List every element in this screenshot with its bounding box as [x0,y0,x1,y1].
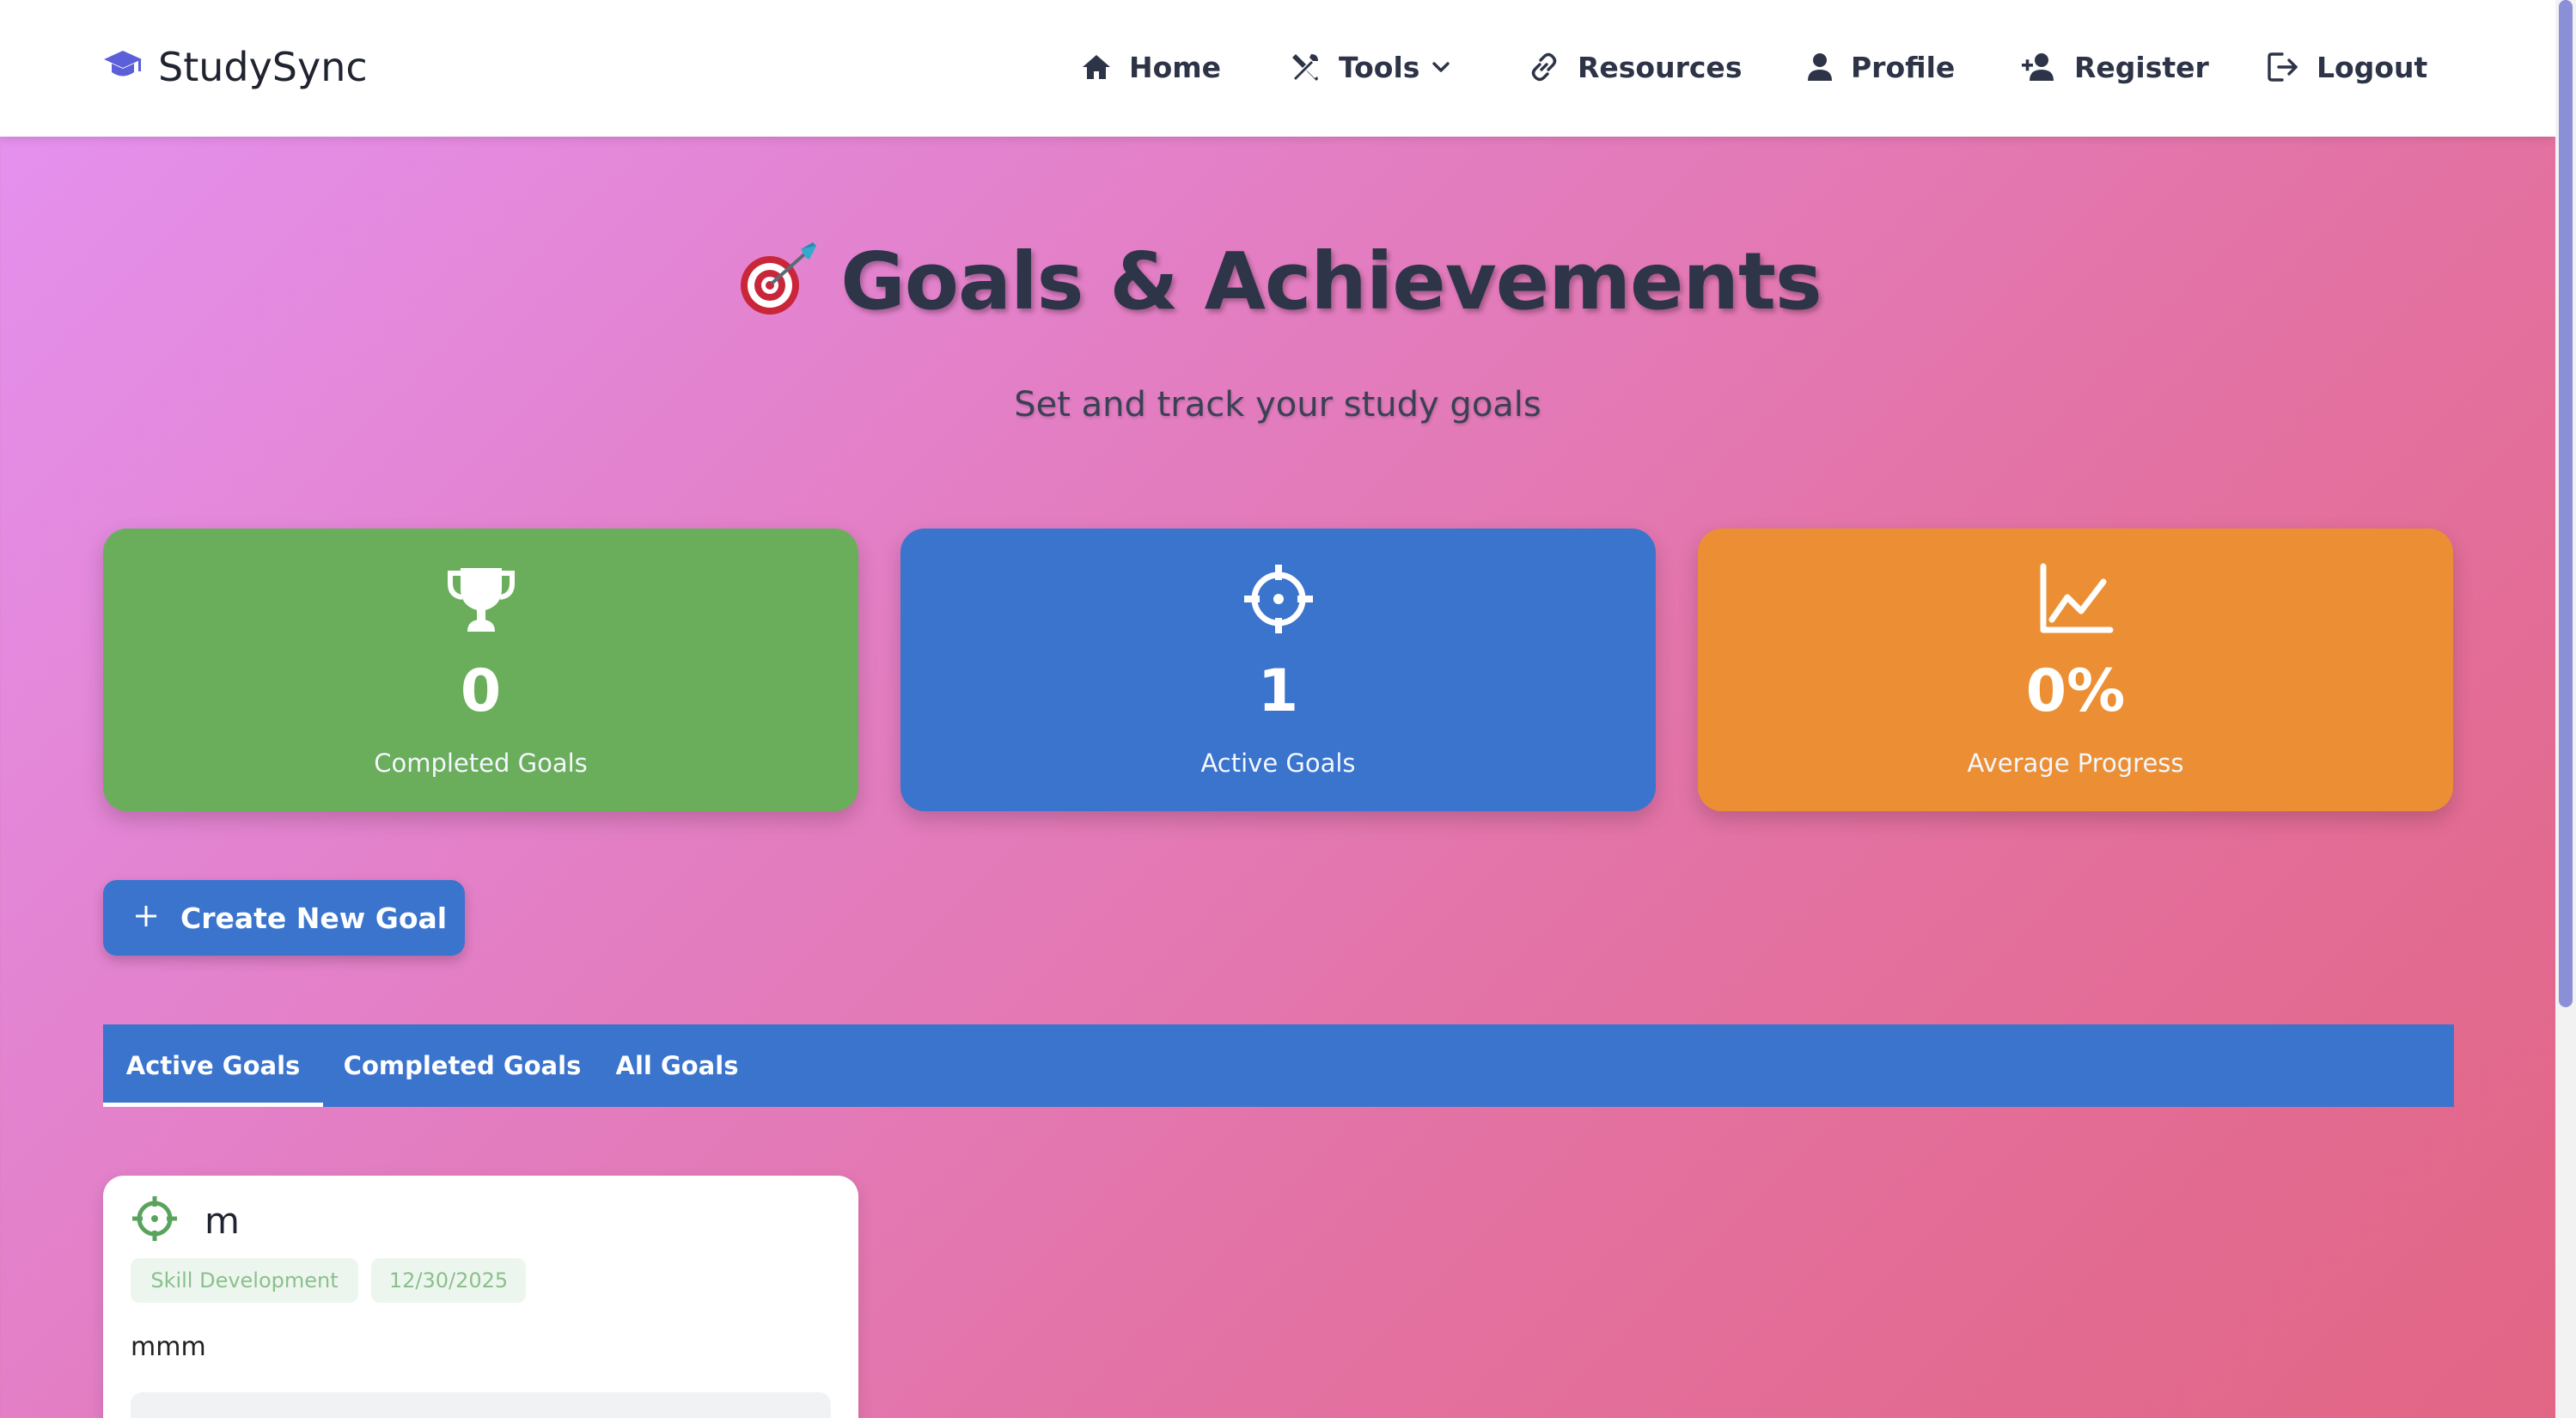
page-scrollbar-thumb[interactable] [2559,0,2573,1007]
brand-name: StudySync [158,44,368,90]
goal-tabs: Active Goals Completed Goals All Goals [103,1024,2454,1107]
home-icon [1081,53,1112,81]
nav-logout-label: Logout [2317,50,2428,84]
nav-resources-label: Resources [1578,50,1743,84]
page-title: Goals & Achievements [0,225,2555,337]
brand-logo-link[interactable]: StudySync [103,43,368,91]
completed-goals-count: 0 [460,657,502,725]
trophy-icon [445,563,517,642]
target-emoji-icon [734,241,820,321]
tools-icon [1289,51,1322,83]
link-icon [1528,51,1560,83]
page-title-text: Goals & Achievements [840,235,1822,327]
stat-card-active: 1 Active Goals [900,529,1656,811]
crosshair-icon [131,1195,179,1246]
nav-tools-label: Tools [1339,50,1420,84]
nav-logout[interactable]: Logout [2267,43,2427,91]
page-subtitle: Set and track your study goals [1014,385,1541,425]
nav-register[interactable]: Register [2021,43,2209,91]
tab-completed-goals[interactable]: Completed Goals [323,1024,601,1107]
plus-icon [134,902,158,935]
goal-description: mmm [131,1332,206,1362]
nav-register-label: Register [2074,50,2209,84]
goal-title: m [204,1199,240,1242]
tab-active-goals[interactable]: Active Goals [103,1024,323,1107]
create-goal-button[interactable]: Create New Goal [103,880,465,956]
completed-goals-label: Completed Goals [374,749,588,778]
nav-home-label: Home [1129,50,1222,84]
nav-tools-dropdown[interactable]: Tools [1289,43,1450,91]
tab-all-goals[interactable]: All Goals [601,1024,753,1107]
nav-profile[interactable]: Profile [1806,43,1955,91]
goal-card[interactable]: m Skill Development 12/30/2025 mmm [103,1176,858,1418]
logout-icon [2267,51,2299,83]
nav-home[interactable]: Home [1081,43,1221,91]
crosshair-icon [1242,563,1315,642]
active-goals-count: 1 [1257,657,1299,725]
average-progress-value: 0% [2025,657,2126,725]
goal-date-badge: 12/30/2025 [371,1258,526,1303]
goal-category-badge: Skill Development [131,1258,358,1303]
chevron-down-icon [1431,61,1450,73]
graduation-cap-icon [103,49,143,85]
user-icon [1806,52,1834,82]
create-goal-label: Create New Goal [180,901,448,935]
stat-card-progress: 0% Average Progress [1698,529,2453,811]
stat-card-completed: 0 Completed Goals [103,529,858,811]
active-goals-label: Active Goals [1200,749,1356,778]
user-plus-icon [2021,52,2057,82]
goal-progress-bar [131,1392,831,1418]
nav-resources[interactable]: Resources [1528,43,1742,91]
chart-line-icon [2038,563,2114,642]
nav-profile-label: Profile [1851,50,1956,84]
average-progress-label: Average Progress [1967,749,2184,778]
top-navbar: StudySync Home Tools Resources Profile R… [0,0,2555,137]
